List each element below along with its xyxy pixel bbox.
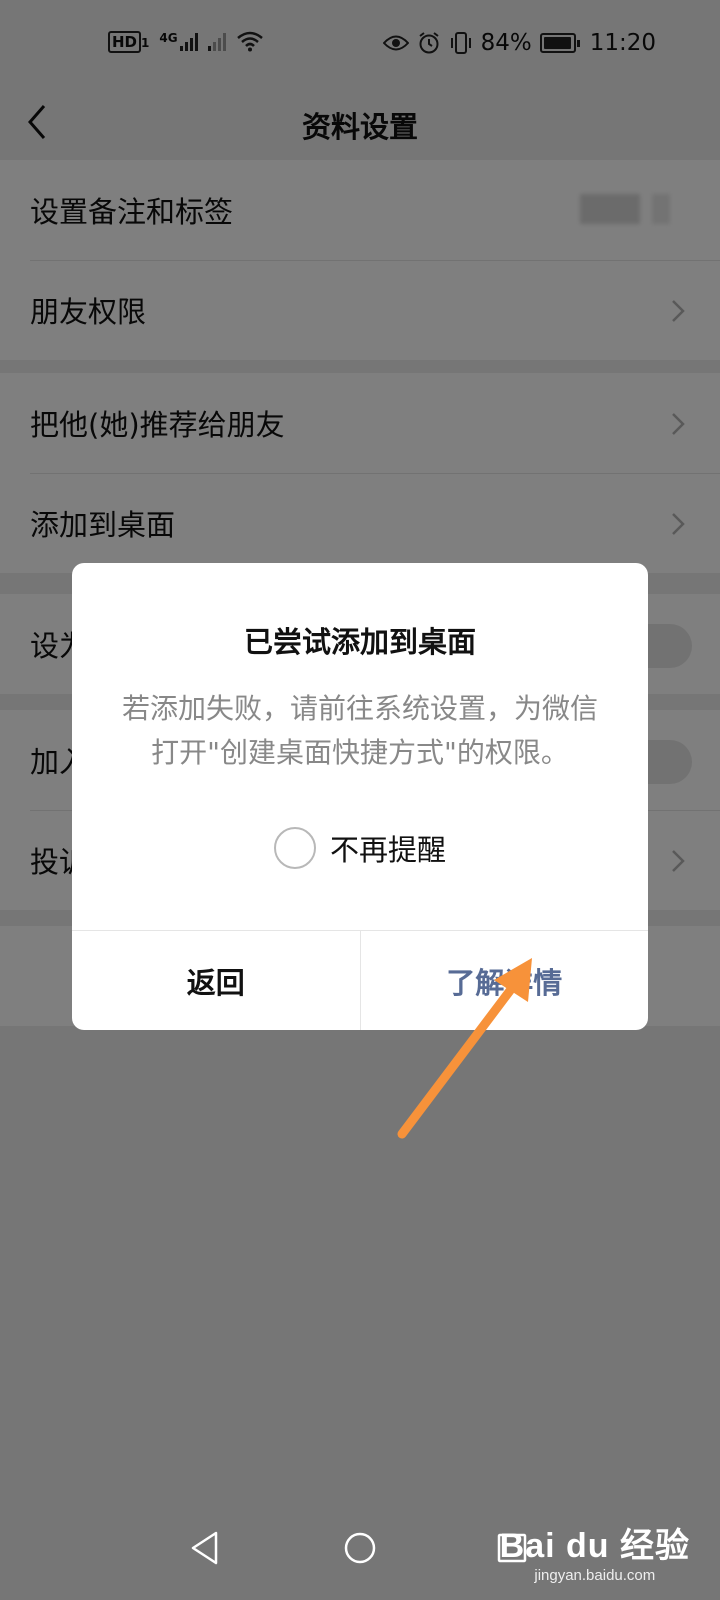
nav-back-icon[interactable] [188, 1530, 222, 1566]
dialog-buttons: 返回 了解详情 [72, 930, 648, 1030]
radio-icon[interactable] [273, 827, 316, 869]
watermark-url: jingyan.baidu.com [534, 1567, 656, 1584]
back-button[interactable]: 返回 [72, 931, 361, 1030]
watermark-brand: Bai du 经验 [499, 1527, 690, 1565]
baidu-watermark: Bai du 经验 jingyan.baidu.com [500, 1518, 690, 1584]
dont-remind-option[interactable]: 不再提醒 [72, 827, 648, 869]
add-to-desktop-dialog: 已尝试添加到桌面 若添加失败，请前往系统设置，为微信打开"创建桌面快捷方式"的权… [72, 563, 648, 1030]
dialog-title: 已尝试添加到桌面 [243, 625, 476, 659]
dialog-message: 若添加失败，请前往系统设置，为微信打开"创建桌面快捷方式"的权限。 [121, 692, 598, 769]
dont-remind-label: 不再提醒 [329, 833, 446, 867]
arrow-annotation-icon [397, 958, 532, 1139]
nav-home-icon[interactable] [342, 1530, 378, 1566]
